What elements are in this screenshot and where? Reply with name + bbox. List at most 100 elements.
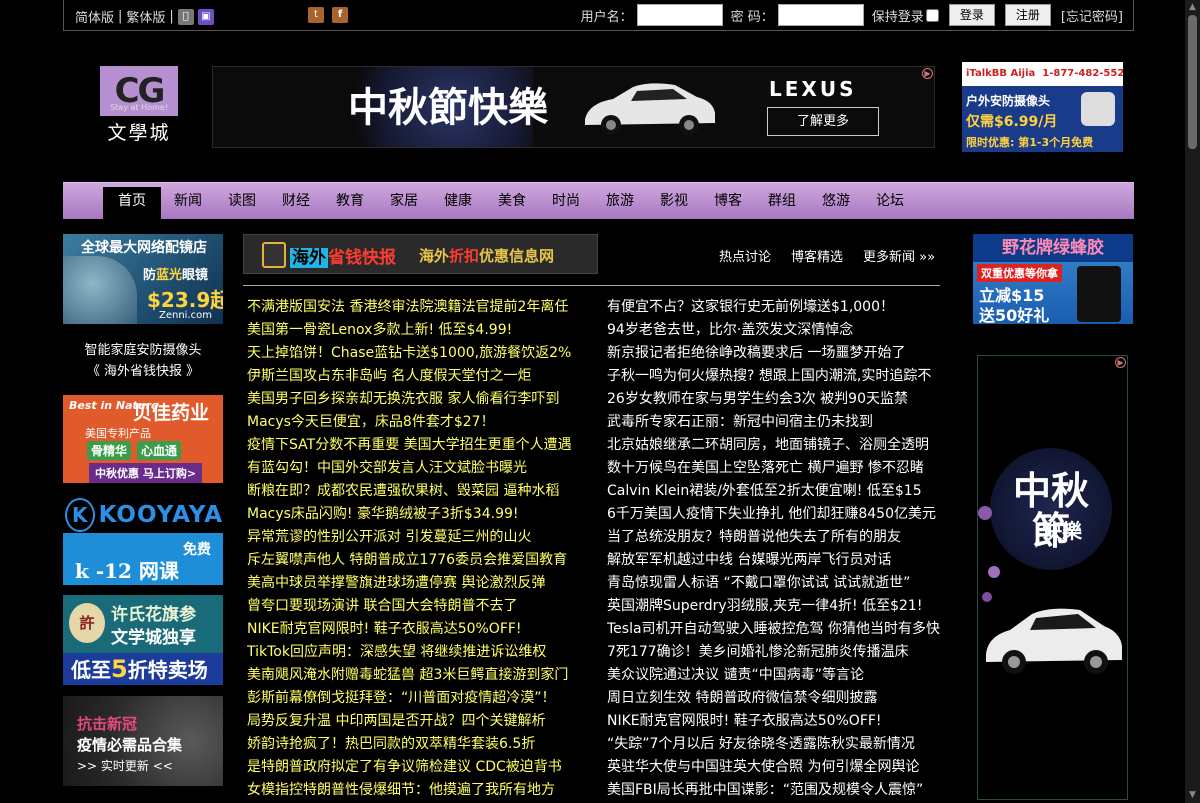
news-link[interactable]: 不满港版国安法 香港终审法院澳籍法官提前2年离任 (247, 296, 583, 319)
facebook-icon[interactable]: f (332, 7, 348, 23)
register-button[interactable]: 注册 (1004, 4, 1051, 26)
scrollbar-thumb[interactable] (1188, 15, 1197, 149)
apple-icon[interactable]:  (177, 8, 194, 25)
ad-choices-icon[interactable]: ▶ (1115, 357, 1126, 368)
remember-checkbox[interactable] (925, 8, 939, 22)
news-link[interactable]: 断粮在即？成都农民遭强砍果树、毁菜园 逼种水稻 (247, 480, 583, 503)
bottle-graphic (1077, 266, 1121, 322)
news-link[interactable]: 解放军军机越过中线 台媒曝光两岸飞行员对话 (607, 549, 943, 572)
nav-item[interactable]: 首页 (103, 187, 161, 220)
news-link[interactable]: 斥左翼噤声他人 特朗普成立1776委员会推爱国教育 (247, 549, 583, 572)
nav-item[interactable]: 时尚 (539, 183, 593, 220)
news-link[interactable]: 有便宜不占？这家银行史无前例壕送$1,000！ (607, 296, 943, 319)
traditional-link[interactable]: 繁体版 (126, 7, 165, 26)
news-link[interactable]: NIKE耐克官网限时! 鞋子衣服高达50%OFF! (607, 710, 943, 733)
shopping-bag-icon (262, 242, 286, 268)
login-button[interactable]: 登录 (948, 4, 995, 26)
news-link[interactable]: NIKE耐克官网限时! 鞋子衣服高达50%OFF! (247, 618, 583, 641)
news-link[interactable]: 疫情下SAT分数不再重要 美国大学招生更重个人遭遇 (247, 434, 583, 457)
deal-sub-pre: 海外 (419, 247, 450, 265)
news-link[interactable]: 伊斯兰国攻占东非岛屿 名人度假天堂付之一炬 (247, 365, 583, 388)
news-link[interactable]: “失踪”7个月以后 好友徐晓冬透露陈秋实最新情况 (607, 733, 943, 756)
news-link[interactable]: 美南飓风淹水附赠毒蛇猛兽 超3米巨鳄直接游到家门 (247, 664, 583, 687)
news-link[interactable]: 局势反复升温 中印两国是否开战？四个关键解析 (247, 710, 583, 733)
news-link[interactable]: 数十万候鸟在美国上空坠落死亡 横尸遍野 惨不忍睹 (607, 457, 943, 480)
lexus-banner-ad[interactable]: 中秋節快樂 LEXUS 了解更多 ▶ (212, 66, 935, 148)
news-link[interactable]: 美高中球员举撑警旗进球场遭停赛 舆论激烈反弹 (247, 572, 583, 595)
scroll-up-icon[interactable]: ▲ (1185, 0, 1200, 15)
news-link[interactable]: 青岛惊现雷人标语 “不戴口罩你试试 试试就逝世” (607, 572, 943, 595)
news-link[interactable]: 英国潮牌Superdry羽绒服,夹克一律4折! 低至$21! (607, 595, 943, 618)
nav-item[interactable]: 教育 (323, 183, 377, 220)
news-link[interactable]: 当了总统没朋友？特朗普说他失去了所有的朋友 (607, 526, 943, 549)
news-link[interactable]: 娇韵诗抢疯了！热巴同款的双萃精华套装6.5折 (247, 733, 583, 756)
kooyaya-ad[interactable]: K KOOYAYA 免费 k -12 网课 (63, 497, 223, 585)
news-link[interactable]: 美众议院通过决议 谴责“中国病毒”等言论 (607, 664, 943, 687)
nav-item[interactable]: 新闻 (161, 183, 215, 220)
news-link[interactable]: Tesla司机开自动驾驶入睡被控危驾 你猜他当时有多快 (607, 618, 943, 641)
news-link[interactable]: 26岁女教师在家与男学生约会3次 被判90天监禁 (607, 388, 943, 411)
nav-item[interactable]: 家居 (377, 183, 431, 220)
italkbb-ad[interactable]: iTalkBB Aijia 1-877-482-5522 户外安防摄像头 仅需$… (962, 62, 1123, 152)
username-input[interactable] (636, 4, 723, 26)
nav-item[interactable]: 影视 (647, 183, 701, 220)
scroll-down-icon[interactable]: ▼ (1185, 788, 1200, 803)
twitter-icon[interactable]: t (308, 7, 324, 23)
zenni-ad[interactable]: 全球最大网络配镜店 防蓝光眼镜 $23.9起 Zenni.com (63, 234, 223, 324)
xushi-ginseng-ad[interactable]: 許 许氏花旗参 文学城独享 低至5折特卖场 (63, 595, 223, 685)
news-link[interactable]: 曾夸口要现场演讲 联合国大会特朗普不去了 (247, 595, 583, 618)
nav-item[interactable]: 美食 (485, 183, 539, 220)
side-link-deals[interactable]: 《 海外省钱快报 》 (63, 361, 223, 382)
android-icon[interactable]: ▣ (197, 8, 214, 25)
nav-item[interactable]: 旅游 (593, 183, 647, 220)
login-form: 用户名： 密 码： 保持登录 登录 注册 [忘记密码] (581, 4, 1123, 26)
news-link[interactable]: TikTok回应声明：深感失望 将继续推进诉讼维权 (247, 641, 583, 664)
news-link[interactable]: 异常荒谬的性别公开派对 引发蔓延三州的山火 (247, 526, 583, 549)
news-link[interactable]: 英驻华大使与中国驻英大使合照 为何引爆全网舆论 (607, 756, 943, 779)
news-link[interactable]: 子秋一鸣为何火爆热搜? 想跟上国内潮流,实时追踪不 (607, 365, 943, 388)
news-link[interactable]: 新京报记者拒绝徐峥改稿要求后 一场噩梦开始了 (607, 342, 943, 365)
bee-propolis-ad[interactable]: 野花牌绿蜂胶 双重优惠等你拿 立减$15 送50好礼 (973, 234, 1133, 324)
news-link[interactable]: 6千万美国人疫情下失业挣扎 他们却狂赚8450亿美元 (607, 503, 943, 526)
scrollbar[interactable]: ▲ ▼ (1185, 0, 1200, 803)
news-link[interactable]: 武毒所专家石正丽：新冠中间宿主仍未找到 (607, 411, 943, 434)
tab-blog-picks[interactable]: 博客精选 (791, 246, 843, 265)
site-logo[interactable]: CG Stay at Home! 文學城 (100, 66, 178, 150)
news-link[interactable]: Macys今天巨便宜，床品8件套才$27！ (247, 411, 583, 434)
ad-choices-icon[interactable]: ▶ (922, 68, 933, 79)
covid-supplies-ad[interactable]: 抗击新冠 疫情必需品合集 >> 实时更新 << (63, 696, 223, 786)
news-link[interactable]: 美国男子回乡探亲却无换洗衣服 家人偷看行李吓到 (247, 388, 583, 411)
news-link[interactable]: Calvin Klein裙装/外套低至2折太便宜喇! 低至$15 (607, 480, 943, 503)
tab-hot-discussion[interactable]: 热点讨论 (719, 246, 771, 265)
side-link-camera[interactable]: 智能家庭安防摄像头 (63, 340, 223, 361)
nav-item[interactable]: 论坛 (863, 183, 917, 220)
car-graphic (986, 608, 1122, 674)
forgot-password-link[interactable]: [忘记密码] (1061, 6, 1123, 25)
lexus-tall-ad[interactable]: ▶ 中秋節 快樂 (977, 355, 1128, 800)
news-link[interactable]: 北京姑娘继承二环胡同房，地面铺镜子、浴厕全透明 (607, 434, 943, 457)
news-link[interactable]: 天上掉馅饼！Chase蓝钻卡送$1000,旅游餐饮返2% (247, 342, 583, 365)
zenni-price: $23.9起 (147, 288, 223, 312)
news-link[interactable]: 周日立刻生效 特朗普政府微信禁令细则披露 (607, 687, 943, 710)
nav-item[interactable]: 悠游 (809, 183, 863, 220)
simplified-link[interactable]: 简体版 (75, 7, 114, 26)
learn-more-button[interactable]: 了解更多 (767, 107, 879, 136)
deal-banner[interactable]: 海外 省钱快报 海外折扣优惠信息网 (243, 234, 598, 274)
tab-more-news[interactable]: 更多新闻 »» (863, 246, 935, 265)
news-link[interactable]: Macys床品闪购! 豪华鹅绒被子3折$34.99! (247, 503, 583, 526)
news-link[interactable]: 有蓝勾勾！中国外交部发言人汪文斌脸书曝光 (247, 457, 583, 480)
password-input[interactable] (777, 4, 864, 26)
news-link[interactable]: 是特朗普政府拟定了有争议筛检建议 CDC被迫背书 (247, 756, 583, 779)
news-link[interactable]: 美国第一骨瓷Lenox多款上新! 低至$4.99! (247, 319, 583, 342)
news-link[interactable]: 7死177确诊！美乡间婚礼惨沦新冠肺炎传播温床 (607, 641, 943, 664)
news-link[interactable]: 94岁老爸去世，比尔·盖茨发文深情悼念 (607, 319, 943, 342)
nav-item[interactable]: 博客 (701, 183, 755, 220)
nav-item[interactable]: 读图 (215, 183, 269, 220)
nav-item[interactable]: 健康 (431, 183, 485, 220)
news-link[interactable]: 女模指控特朗普性侵爆细节：他摸遍了我所有地方 (247, 779, 583, 802)
nav-item[interactable]: 群组 (755, 183, 809, 220)
best-in-nature-ad[interactable]: Best in Nature 贝佳药业 美国专利产品 骨精华 心血通 中秋优惠 … (63, 395, 223, 483)
news-link[interactable]: 美国FBI局长再批中国谍影：“范围及规模令人震惊” (607, 779, 943, 802)
nav-item[interactable]: 财经 (269, 183, 323, 220)
news-link[interactable]: 彭斯前幕僚倒戈挺拜登：“川普面对疫情超冷漠”！ (247, 687, 583, 710)
